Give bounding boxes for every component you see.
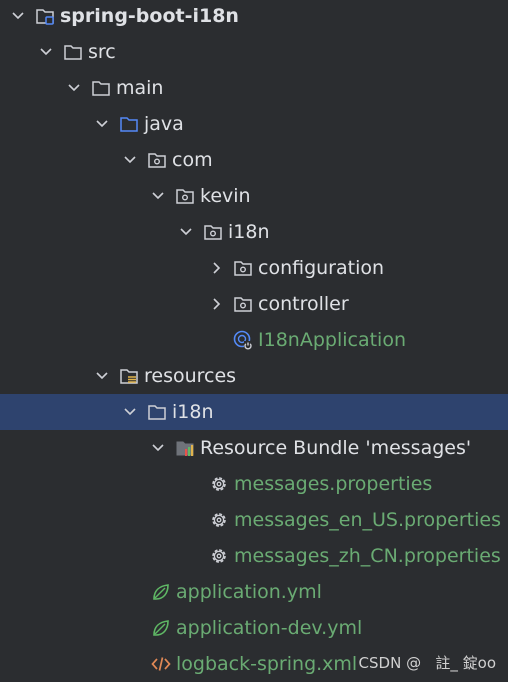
module-folder-icon [34,5,56,27]
tree-label-configuration: configuration [258,257,385,279]
gear-icon [208,509,230,531]
tree-row-kevin[interactable]: kevin [0,178,508,214]
folder-icon [146,401,168,423]
tree-row-java[interactable]: java [0,106,508,142]
resources-folder-icon [118,365,140,387]
chevron-down-icon[interactable] [36,42,56,62]
chevron-down-icon[interactable] [148,186,168,206]
tree-label-messages-en-us: messages_en_US.properties [234,509,501,531]
package-icon [232,293,254,315]
tree-label-messages: messages.properties [234,473,433,495]
tree-row-messages-en-us[interactable]: messages_en_US.properties [0,502,508,538]
project-name: spring-boot-i18n [60,5,239,27]
tree-row-i18n-folder[interactable]: i18n [0,394,508,430]
tree-label-logback: logback-spring.xml [176,653,358,675]
tree-row-resources[interactable]: resources [0,358,508,394]
tree-label-messages-zh-cn: messages_zh_CN.properties [234,545,501,567]
tree-row-src[interactable]: src [0,34,508,70]
resource-bundle-icon [174,437,196,459]
chevron-down-icon[interactable] [148,438,168,458]
chevron-down-icon[interactable] [92,366,112,386]
chevron-right-icon[interactable] [206,294,226,314]
xml-file-icon [150,653,172,675]
tree-row-messages[interactable]: messages.properties [0,466,508,502]
tree-label-i18n-package: i18n [228,221,270,243]
tree-row-project[interactable]: spring-boot-i18n [0,0,508,34]
gear-icon [208,473,230,495]
tree-label-controller: controller [258,293,349,315]
package-icon [146,149,168,171]
tree-label-main: main [116,77,164,99]
chevron-down-icon[interactable] [120,150,140,170]
tree-row-com[interactable]: com [0,142,508,178]
tree-row-configuration[interactable]: configuration [0,250,508,286]
spring-boot-class-icon [232,329,254,351]
tree-row-i18n-application[interactable]: I18nApplication [0,322,508,358]
package-icon [232,257,254,279]
tree-label-application-dev-yml: application-dev.yml [176,617,363,639]
chevron-down-icon[interactable] [92,114,112,134]
tree-label-i18n-application: I18nApplication [258,329,406,351]
chevron-down-icon[interactable] [120,402,140,422]
folder-icon [90,77,112,99]
gear-icon [208,545,230,567]
tree-row-messages-zh-cn[interactable]: messages_zh_CN.properties [0,538,508,574]
tree-label-com: com [172,149,213,171]
tree-label-src: src [88,41,116,63]
source-folder-icon [118,113,140,135]
tree-label-kevin: kevin [200,185,251,207]
package-icon [202,221,224,243]
chevron-right-icon[interactable] [206,258,226,278]
tree-row-application-dev-yml[interactable]: application-dev.yml [0,610,508,646]
package-icon [174,185,196,207]
tree-row-controller[interactable]: controller [0,286,508,322]
tree-row-i18n-package[interactable]: i18n [0,214,508,250]
spring-leaf-icon [150,581,172,603]
spring-leaf-icon [150,617,172,639]
chevron-down-icon[interactable] [8,6,28,26]
tree-label-resources: resources [144,365,237,387]
tree-label-java: java [144,113,184,135]
folder-icon [62,41,84,63]
tree-row-application-yml[interactable]: application.yml [0,574,508,610]
watermark: CSDN @ 註_ 錠oo [358,654,496,672]
chevron-down-icon[interactable] [64,78,84,98]
tree-label-i18n-folder: i18n [172,401,214,423]
tree-label-application-yml: application.yml [176,581,322,603]
chevron-down-icon[interactable] [176,222,196,242]
tree-label-resource-bundle: Resource Bundle 'messages' [200,437,472,459]
tree-row-resource-bundle[interactable]: Resource Bundle 'messages' [0,430,508,466]
tree-row-main[interactable]: main [0,70,508,106]
